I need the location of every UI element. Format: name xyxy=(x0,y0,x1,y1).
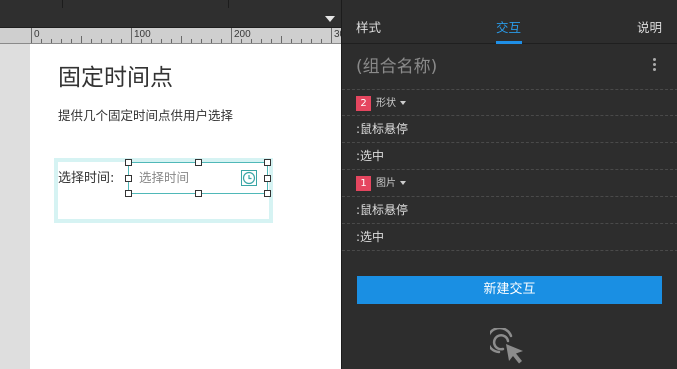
time-label[interactable]: 选择时间: xyxy=(58,170,114,188)
ruler-label: 100 xyxy=(134,29,151,40)
properties-panel: 样式 交互 说明 (组合名称) 2 形状 :鼠标悬停 :选中 1 图片 :鼠标悬… xyxy=(341,0,677,369)
group-name-field[interactable]: (组合名称) xyxy=(356,55,437,79)
interaction-label: :鼠标悬停 xyxy=(356,122,409,136)
interaction-item[interactable]: :鼠标悬停 xyxy=(342,116,677,143)
resize-handle[interactable] xyxy=(125,190,132,197)
element-name: 形状 xyxy=(376,98,396,109)
resize-handle[interactable] xyxy=(125,159,132,166)
interaction-item[interactable]: :选中 xyxy=(342,224,677,251)
click-pointer-icon xyxy=(486,326,530,368)
dropdown-arrow-icon[interactable] xyxy=(325,16,335,22)
page-canvas[interactable]: 固定时间点 提供几个固定时间点供用户选择 选择时间: 选择时间 xyxy=(30,44,341,369)
element-count-badge: 1 xyxy=(356,176,371,191)
tab-notes[interactable]: 说明 xyxy=(637,19,662,37)
horizontal-ruler: 0 100 200 300 xyxy=(0,28,341,44)
interaction-item[interactable]: :选中 xyxy=(342,143,677,170)
more-options-icon[interactable] xyxy=(651,58,657,74)
interaction-label: :选中 xyxy=(356,230,385,244)
page-title[interactable]: 固定时间点 xyxy=(58,62,173,94)
active-tab-indicator xyxy=(496,41,522,44)
element-count-badge: 2 xyxy=(356,96,371,111)
resize-handle[interactable] xyxy=(264,159,271,166)
ruler-label: 300 xyxy=(334,29,341,40)
page-description[interactable]: 提供几个固定时间点供用户选择 xyxy=(58,107,233,125)
clock-icon[interactable] xyxy=(241,170,257,186)
tab-style[interactable]: 样式 xyxy=(356,19,381,37)
interaction-label: :鼠标悬停 xyxy=(356,203,409,217)
interaction-label: :选中 xyxy=(356,149,385,163)
element-header-shape[interactable]: 2 形状 xyxy=(342,89,677,116)
element-header-image[interactable]: 1 图片 xyxy=(342,170,677,197)
resize-handle[interactable] xyxy=(195,159,202,166)
caret-down-icon xyxy=(400,181,406,185)
ruler-label: 0 xyxy=(34,29,40,40)
element-name: 图片 xyxy=(376,178,396,189)
vertical-ruler xyxy=(0,28,30,369)
panel-tabs: 样式 交互 说明 xyxy=(342,0,677,44)
toolbar-separator xyxy=(62,0,63,8)
new-interaction-button[interactable]: 新建交互 xyxy=(357,276,662,304)
resize-handle[interactable] xyxy=(125,175,132,182)
canvas-toolbar-strip xyxy=(0,0,341,28)
toolbar-separator xyxy=(228,0,229,8)
design-canvas[interactable]: 0 100 200 300 固定时间点 提供几个固定时间点供用户选择 选择时间:… xyxy=(0,0,341,369)
tab-interaction[interactable]: 交互 xyxy=(496,19,521,37)
ruler-label: 200 xyxy=(234,29,251,40)
resize-handle[interactable] xyxy=(195,190,202,197)
caret-down-icon xyxy=(400,101,406,105)
interaction-item[interactable]: :鼠标悬停 xyxy=(342,197,677,224)
resize-handle[interactable] xyxy=(264,190,271,197)
time-input-placeholder: 选择时间 xyxy=(139,170,190,185)
resize-handle[interactable] xyxy=(264,175,271,182)
